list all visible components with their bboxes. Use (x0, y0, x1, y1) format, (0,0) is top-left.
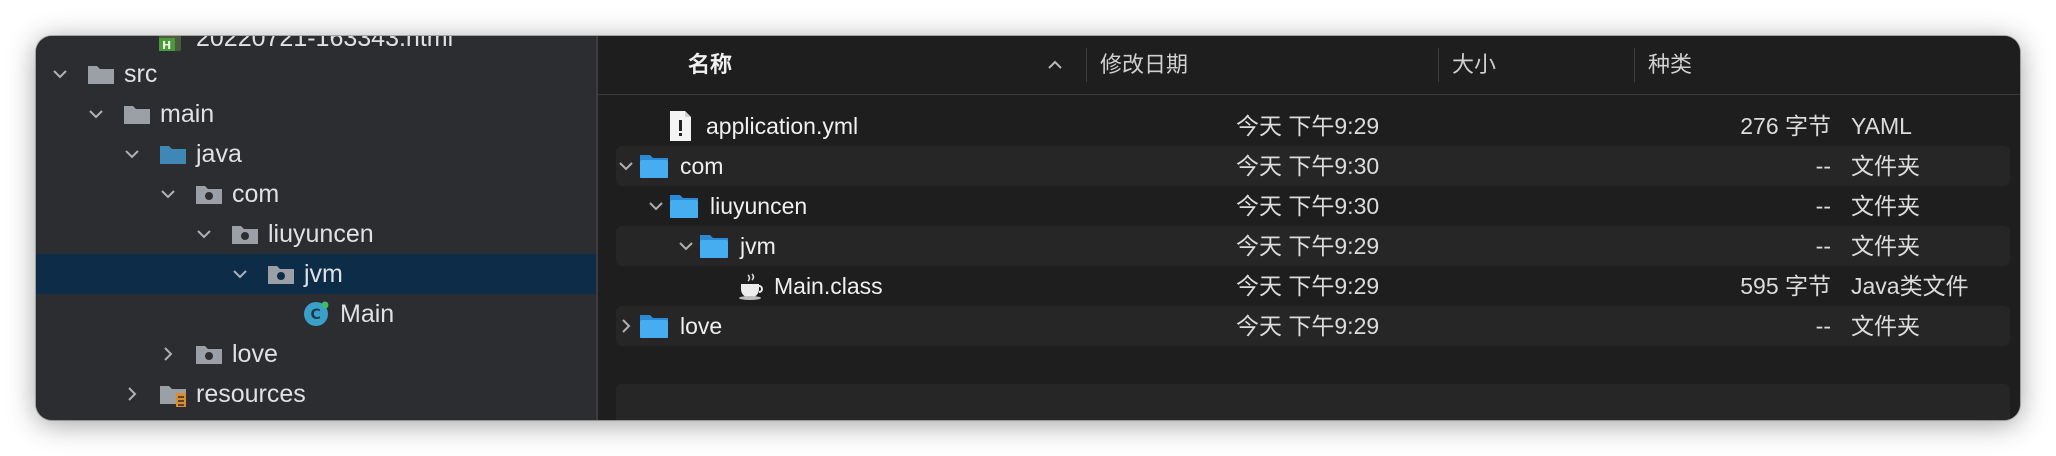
column-separator[interactable] (1086, 48, 1087, 82)
file-name: application.yml (706, 113, 859, 139)
list-item-love[interactable]: love 今天 下午9:29 -- 文件夹 (616, 306, 2010, 346)
tree-item-src[interactable]: src (36, 54, 596, 94)
tree-item-label: main (160, 100, 215, 128)
chevron-down-icon[interactable] (158, 174, 178, 214)
resources-folder-icon (158, 380, 188, 408)
chevron-down-icon[interactable] (122, 134, 142, 174)
list-item-liuyuncen[interactable]: liuyuncen 今天 下午9:30 -- 文件夹 (616, 186, 2010, 226)
date-modified: 今天 下午9:29 (1236, 313, 1380, 339)
file-kind: 文件夹 (1851, 193, 1920, 219)
list-item-application-yml[interactable]: application.yml 今天 下午9:29 276 字节 YAML (616, 106, 2010, 146)
date-modified: 今天 下午9:30 (1236, 153, 1380, 179)
date-modified: 今天 下午9:29 (1236, 113, 1380, 139)
file-kind: 文件夹 (1851, 313, 1920, 339)
file-size: -- (1815, 193, 1831, 219)
list-item-jvm[interactable]: jvm 今天 下午9:29 -- 文件夹 (616, 226, 2010, 266)
tree-item-liuyuncen[interactable]: liuyuncen (36, 214, 596, 254)
date-modified: 今天 下午9:29 (1236, 273, 1380, 299)
folder-icon (698, 230, 730, 262)
file-kind: 文件夹 (1851, 153, 1920, 179)
chevron-right-icon[interactable] (122, 374, 142, 414)
source-folder-icon (158, 140, 188, 168)
file-size: -- (1815, 313, 1831, 339)
column-header-size[interactable]: 大小 (1452, 36, 1496, 94)
column-header-kind[interactable]: 种类 (1648, 36, 1692, 94)
file-name: com (680, 153, 724, 179)
list-item-main-class[interactable]: Main.class 今天 下午9:29 595 字节 Java类文件 (616, 266, 2010, 306)
column-header-name[interactable]: 名称 (688, 36, 732, 94)
empty-row (616, 384, 2010, 420)
folder-icon (638, 310, 670, 342)
tree-item-resources[interactable]: resources (36, 374, 596, 414)
tree-item-label: src (124, 60, 158, 88)
file-size: -- (1815, 153, 1831, 179)
tree-item-label: java (196, 140, 242, 168)
disclosure-down-icon[interactable] (676, 226, 696, 266)
tree-item-java[interactable]: java (36, 134, 596, 174)
tree-item-label: love (232, 340, 278, 368)
chevron-down-icon[interactable] (50, 54, 70, 94)
column-separator[interactable] (1634, 48, 1635, 82)
column-header-modified[interactable]: 修改日期 (1100, 36, 1188, 94)
chevron-down-icon[interactable] (194, 214, 214, 254)
file-kind: YAML (1851, 113, 1912, 139)
file-name: jvm (740, 233, 776, 259)
folder-icon (668, 190, 700, 222)
disclosure-right-icon[interactable] (616, 306, 636, 346)
package-icon (230, 220, 260, 248)
chevron-down-icon[interactable] (86, 94, 106, 134)
folder-icon (638, 150, 670, 182)
java-coffee-cup-icon (736, 270, 768, 302)
tree-item-label: com (232, 180, 280, 208)
package-icon (266, 260, 296, 288)
tree-item-main[interactable]: main (36, 94, 596, 134)
package-icon (194, 340, 224, 368)
tree-item-com[interactable]: com (36, 174, 596, 214)
java-class-badge: C (311, 307, 321, 323)
file-name: Main.class (774, 273, 883, 299)
column-header-bar: 名称 修改日期 大小 种类 (598, 36, 2020, 95)
folder-icon (86, 60, 116, 88)
html-file-badge: H (162, 39, 171, 52)
tree-item-label: resources (196, 380, 306, 408)
html-file-icon: H (156, 36, 186, 52)
tree-item-label: liuyuncen (268, 220, 374, 248)
tree-item-label: Main (340, 300, 395, 328)
column-separator[interactable] (1438, 48, 1439, 82)
tree-item-love[interactable]: love (36, 334, 596, 374)
file-size: -- (1815, 233, 1831, 259)
yaml-file-icon (664, 110, 696, 142)
window: H 20220721-163343.html src main java com (36, 36, 2020, 420)
sort-ascending-icon[interactable] (1046, 36, 1064, 94)
file-name: love (680, 313, 723, 339)
chevron-down-icon[interactable] (230, 254, 250, 294)
file-kind: Java类文件 (1851, 273, 1969, 299)
list-item-com[interactable]: com 今天 下午9:30 -- 文件夹 (616, 146, 2010, 186)
tree-item-main-class[interactable]: C Main (36, 294, 596, 334)
chevron-right-icon[interactable] (158, 334, 178, 374)
java-class-icon: C (302, 300, 332, 328)
package-icon (194, 180, 224, 208)
file-size: 595 字节 (1740, 273, 1831, 299)
disclosure-down-icon[interactable] (616, 146, 636, 186)
finder-list-view: 名称 修改日期 大小 种类 application.yml 今天 下午9:29 … (598, 36, 2020, 420)
project-tree: H 20220721-163343.html src main java com (36, 36, 596, 420)
folder-icon (122, 100, 152, 128)
file-name: liuyuncen (710, 193, 808, 219)
file-size: 276 字节 (1740, 113, 1831, 139)
date-modified: 今天 下午9:29 (1236, 233, 1380, 259)
date-modified: 今天 下午9:30 (1236, 193, 1380, 219)
disclosure-down-icon[interactable] (646, 186, 666, 226)
tree-item-jvm[interactable]: jvm (36, 254, 596, 294)
tree-item-label: jvm (304, 260, 343, 288)
file-kind: 文件夹 (1851, 233, 1920, 259)
